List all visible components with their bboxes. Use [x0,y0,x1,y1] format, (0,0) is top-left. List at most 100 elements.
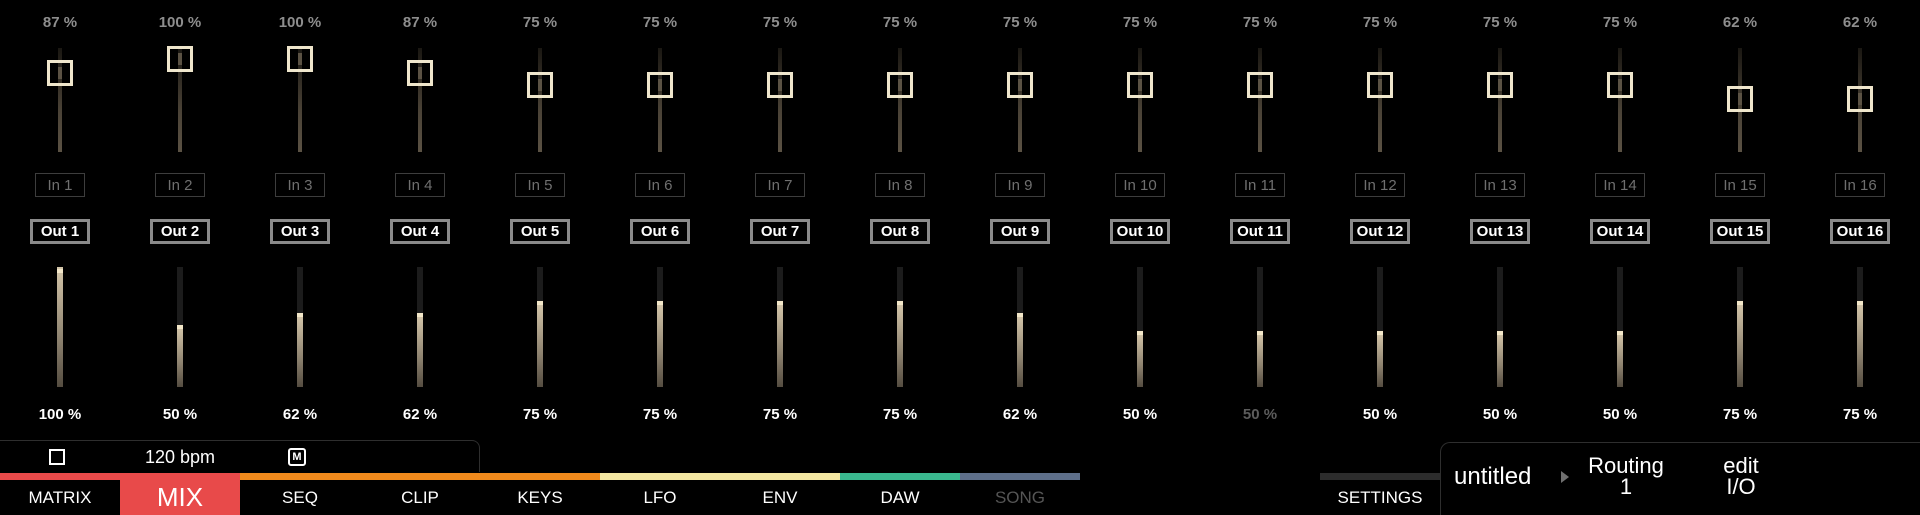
metronome-button[interactable]: M [288,448,306,466]
output-selector[interactable]: Out 16 [1830,219,1890,244]
level-meter[interactable] [1497,267,1503,387]
gain-fader-handle[interactable] [1847,85,1873,112]
input-selector[interactable]: In 14 [1595,173,1645,197]
gain-fader-handle[interactable] [1727,85,1753,112]
tab-lfo[interactable]: LFO [600,473,720,515]
output-selector[interactable]: Out 7 [750,219,810,244]
input-selector[interactable]: In 7 [755,173,805,197]
input-selector[interactable]: In 11 [1235,173,1285,197]
output-selector[interactable]: Out 11 [1230,219,1290,244]
output-selector[interactable]: Out 5 [510,219,570,244]
tab-song[interactable]: SONG [960,473,1080,515]
level-meter[interactable] [1137,267,1143,387]
level-meter[interactable] [777,267,783,387]
level-meter[interactable] [1257,267,1263,387]
input-selector[interactable]: In 8 [875,173,925,197]
gain-fader-track[interactable] [1258,48,1262,152]
output-selector[interactable]: Out 10 [1110,219,1170,244]
gain-fader-handle[interactable] [647,72,673,98]
gain-fader-handle[interactable] [767,72,793,98]
input-selector[interactable]: In 15 [1715,173,1765,197]
level-meter[interactable] [657,267,663,387]
gain-fader-handle[interactable] [167,46,193,72]
input-selector[interactable]: In 6 [635,173,685,197]
level-meter[interactable] [1857,267,1863,387]
gain-fader-track[interactable] [1138,48,1142,152]
level-meter-fill [657,303,663,387]
output-selector[interactable]: Out 14 [1590,219,1650,244]
gain-fader-handle[interactable] [1247,72,1273,98]
output-selector[interactable]: Out 12 [1350,219,1410,244]
tab-settings[interactable]: SETTINGS [1320,473,1440,515]
gain-fader-handle[interactable] [527,72,553,98]
tab-stripe [1320,473,1440,480]
tab-label: KEYS [517,487,563,507]
level-meter[interactable] [1377,267,1383,387]
output-selector[interactable]: Out 4 [390,219,450,244]
tab-stripe [600,473,720,480]
level-meter[interactable] [537,267,543,387]
input-selector[interactable]: In 2 [155,173,205,197]
gain-fader-handle[interactable] [1007,72,1033,98]
bpm-display[interactable]: 120 bpm [120,447,240,468]
output-selector[interactable]: Out 6 [630,219,690,244]
output-selector[interactable]: Out 2 [150,219,210,244]
output-selector[interactable]: Out 15 [1710,219,1770,244]
gain-fader-track[interactable] [898,48,902,152]
input-selector[interactable]: In 3 [275,173,325,197]
input-selector[interactable]: In 5 [515,173,565,197]
gain-fader-track[interactable] [1618,48,1622,152]
output-selector[interactable]: Out 9 [990,219,1050,244]
input-selector[interactable]: In 4 [395,173,445,197]
level-meter[interactable] [1017,267,1023,387]
gain-fader-handle[interactable] [407,59,433,86]
volume-value: 75 % [1722,406,1758,423]
stop-button[interactable] [49,449,65,465]
level-meter[interactable] [1617,267,1623,387]
gain-fader-track[interactable] [538,48,542,152]
project-name[interactable]: untitled [1454,463,1531,491]
level-meter[interactable] [1737,267,1743,387]
gain-fader-handle[interactable] [887,72,913,98]
gain-value: 75 % [1362,14,1398,31]
tab-mix[interactable]: MIX [120,473,240,515]
level-meter-peak [1737,300,1743,305]
level-meter[interactable] [177,267,183,387]
tab-daw[interactable]: DAW [840,473,960,515]
gain-fader-handle[interactable] [47,59,73,86]
tab-matrix[interactable]: MATRIX [0,473,120,515]
gain-fader-handle[interactable] [1487,72,1513,98]
level-meter-fill [1497,333,1503,387]
routing-button[interactable]: Routing 1 [1571,455,1681,498]
gain-fader-track[interactable] [658,48,662,152]
input-selector[interactable]: In 13 [1475,173,1525,197]
tab-seq[interactable]: SEQ [240,473,360,515]
gain-fader-track[interactable] [778,48,782,152]
gain-fader-track[interactable] [1498,48,1502,152]
input-selector[interactable]: In 9 [995,173,1045,197]
output-selector[interactable]: Out 3 [270,219,330,244]
input-selector[interactable]: In 16 [1835,173,1885,197]
level-meter[interactable] [57,267,63,387]
output-selector[interactable]: Out 1 [30,219,90,244]
gain-fader-handle[interactable] [1127,72,1153,98]
gain-fader-handle[interactable] [287,46,313,72]
input-selector[interactable]: In 1 [35,173,85,197]
gain-fader-track[interactable] [1018,48,1022,152]
level-meter[interactable] [417,267,423,387]
level-meter[interactable] [897,267,903,387]
edit-io-button[interactable]: edit I/O [1686,455,1796,498]
tab-env[interactable]: ENV [720,473,840,515]
tab-keys[interactable]: KEYS [480,473,600,515]
input-selector[interactable]: In 10 [1115,173,1165,197]
volume-value: 50 % [162,406,198,423]
level-meter[interactable] [297,267,303,387]
tab-clip[interactable]: CLIP [360,473,480,515]
gain-fader-track[interactable] [1378,48,1382,152]
output-selector[interactable]: Out 8 [870,219,930,244]
gain-fader-handle[interactable] [1367,72,1393,98]
gain-fader-handle[interactable] [1607,72,1633,98]
tab-stripe [0,473,120,480]
output-selector[interactable]: Out 13 [1470,219,1530,244]
input-selector[interactable]: In 12 [1355,173,1405,197]
